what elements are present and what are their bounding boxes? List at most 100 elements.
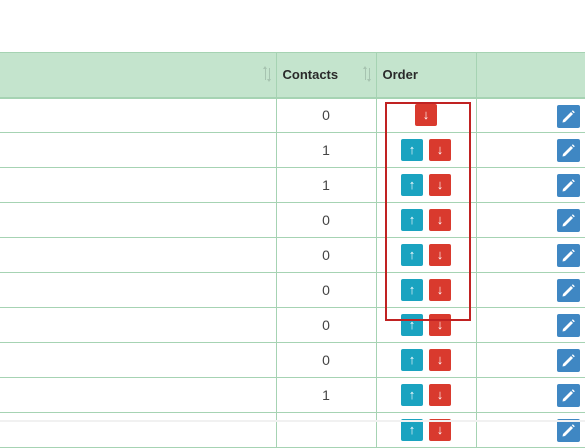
pencil-icon xyxy=(562,284,575,297)
actions-cell xyxy=(476,377,585,413)
sort-icon[interactable] xyxy=(263,66,272,82)
move-down-button[interactable]: ↓ xyxy=(429,174,451,196)
order-cell: ↑ ↓ xyxy=(376,202,477,238)
sort-icon[interactable] xyxy=(363,66,372,82)
order-cell: ↓ xyxy=(376,97,477,133)
actions-cell xyxy=(476,167,585,203)
contacts-cell: 0 xyxy=(276,97,377,133)
column-header-actions xyxy=(476,52,585,99)
table-row: 0 ↑ ↓ xyxy=(0,272,585,308)
table-row: 0 ↑ ↓ xyxy=(0,307,585,343)
name-cell xyxy=(0,412,277,448)
table-row: 0 ↑ ↓ xyxy=(0,202,585,238)
pencil-icon xyxy=(562,144,575,157)
name-cell xyxy=(0,202,277,238)
column-header-name[interactable] xyxy=(0,52,277,99)
data-table: Contacts Order 0 ↓ 1 ↑ ↓ 1 ↑ ↓ 0 ↑ ↓ 0 ↑ ↓ 0 ↑ ↓ 0 ↑ ↓ 0 ↑ ↓ 1 ↑… xyxy=(0,52,585,448)
move-up-button[interactable]: ↑ xyxy=(401,279,423,301)
move-down-button[interactable]: ↓ xyxy=(429,279,451,301)
order-cell: ↑ ↓ xyxy=(376,307,477,343)
edit-button[interactable] xyxy=(556,174,580,197)
name-cell xyxy=(0,167,277,203)
data-table-container: Contacts Order 0 ↓ 1 ↑ ↓ 1 ↑ ↓ 0 ↑ ↓ 0 ↑ ↓ 0 ↑ ↓ 0 ↑ ↓ 0 ↑ ↓ 1 ↑… xyxy=(0,52,585,448)
edit-button[interactable] xyxy=(556,419,580,442)
table-body: 0 ↓ 1 ↑ ↓ 1 ↑ ↓ 0 ↑ ↓ 0 ↑ ↓ 0 ↑ ↓ 0 ↑ ↓ 0 ↑ ↓ 1 ↑ ↓ ↑ ↓ xyxy=(0,97,585,448)
actions-cell xyxy=(476,97,585,133)
move-up-button[interactable]: ↑ xyxy=(401,209,423,231)
actions-cell xyxy=(476,342,585,378)
move-down-button[interactable]: ↓ xyxy=(429,139,451,161)
edit-button[interactable] xyxy=(556,139,580,162)
table-header: Contacts Order xyxy=(0,52,585,99)
move-down-button[interactable]: ↓ xyxy=(429,209,451,231)
order-cell: ↑ ↓ xyxy=(376,412,477,448)
actions-cell xyxy=(476,272,585,308)
order-cell: ↑ ↓ xyxy=(376,237,477,273)
edit-button[interactable] xyxy=(556,104,580,128)
pencil-icon xyxy=(562,249,575,262)
edit-button[interactable] xyxy=(556,384,580,407)
name-cell xyxy=(0,342,277,378)
table-row: 0 ↑ ↓ xyxy=(0,342,585,378)
move-down-button[interactable]: ↓ xyxy=(429,419,451,441)
move-down-button[interactable]: ↓ xyxy=(429,244,451,266)
pencil-icon xyxy=(562,319,575,332)
column-header-contacts[interactable]: Contacts xyxy=(276,52,377,99)
move-up-button[interactable]: ↑ xyxy=(401,139,423,161)
name-cell xyxy=(0,237,277,273)
pencil-icon xyxy=(562,354,575,367)
table-row: 1 ↑ ↓ xyxy=(0,377,585,413)
actions-cell xyxy=(476,412,585,448)
table-row: 0 ↑ ↓ xyxy=(0,237,585,273)
actions-cell xyxy=(476,202,585,238)
move-up-button[interactable]: ↑ xyxy=(401,349,423,371)
pencil-icon xyxy=(562,214,575,227)
edit-button[interactable] xyxy=(556,244,580,267)
move-down-button[interactable]: ↓ xyxy=(429,349,451,371)
pencil-icon xyxy=(562,389,575,402)
column-header-contacts-label: Contacts xyxy=(282,67,339,83)
actions-cell xyxy=(476,132,585,168)
contacts-cell: 0 xyxy=(276,272,377,308)
order-cell: ↑ ↓ xyxy=(376,342,477,378)
order-cell: ↑ ↓ xyxy=(376,272,477,308)
order-cell: ↑ ↓ xyxy=(376,167,477,203)
table-row: 0 ↓ xyxy=(0,97,585,133)
table-row: ↑ ↓ xyxy=(0,412,585,448)
edit-button[interactable] xyxy=(556,279,580,302)
move-up-button[interactable]: ↑ xyxy=(401,419,423,441)
edit-button[interactable] xyxy=(556,209,580,232)
contacts-cell: 0 xyxy=(276,342,377,378)
column-header-order-label: Order xyxy=(382,67,418,83)
name-cell xyxy=(0,97,277,133)
pencil-icon xyxy=(562,424,575,437)
header-row: Contacts Order xyxy=(0,52,585,99)
contacts-cell: 0 xyxy=(276,202,377,238)
edit-button[interactable] xyxy=(556,314,580,337)
name-cell xyxy=(0,307,277,343)
contacts-cell xyxy=(276,412,377,448)
name-cell xyxy=(0,132,277,168)
contacts-cell: 0 xyxy=(276,307,377,343)
move-up-button[interactable]: ↑ xyxy=(401,174,423,196)
actions-cell xyxy=(476,307,585,343)
move-down-button[interactable]: ↓ xyxy=(429,384,451,406)
name-cell xyxy=(0,377,277,413)
table-row: 1 ↑ ↓ xyxy=(0,132,585,168)
name-cell xyxy=(0,272,277,308)
move-up-button[interactable]: ↑ xyxy=(401,244,423,266)
move-up-button[interactable]: ↑ xyxy=(401,314,423,336)
move-down-button[interactable]: ↓ xyxy=(415,104,437,127)
order-cell: ↑ ↓ xyxy=(376,132,477,168)
table-row: 1 ↑ ↓ xyxy=(0,167,585,203)
edit-button[interactable] xyxy=(556,349,580,372)
move-down-button[interactable]: ↓ xyxy=(429,314,451,336)
contacts-cell: 1 xyxy=(276,132,377,168)
contacts-cell: 1 xyxy=(276,377,377,413)
move-up-button[interactable]: ↑ xyxy=(401,384,423,406)
contacts-cell: 0 xyxy=(276,237,377,273)
column-header-order: Order xyxy=(376,52,477,99)
order-cell: ↑ ↓ xyxy=(376,377,477,413)
actions-cell xyxy=(476,237,585,273)
pencil-icon xyxy=(562,179,575,192)
